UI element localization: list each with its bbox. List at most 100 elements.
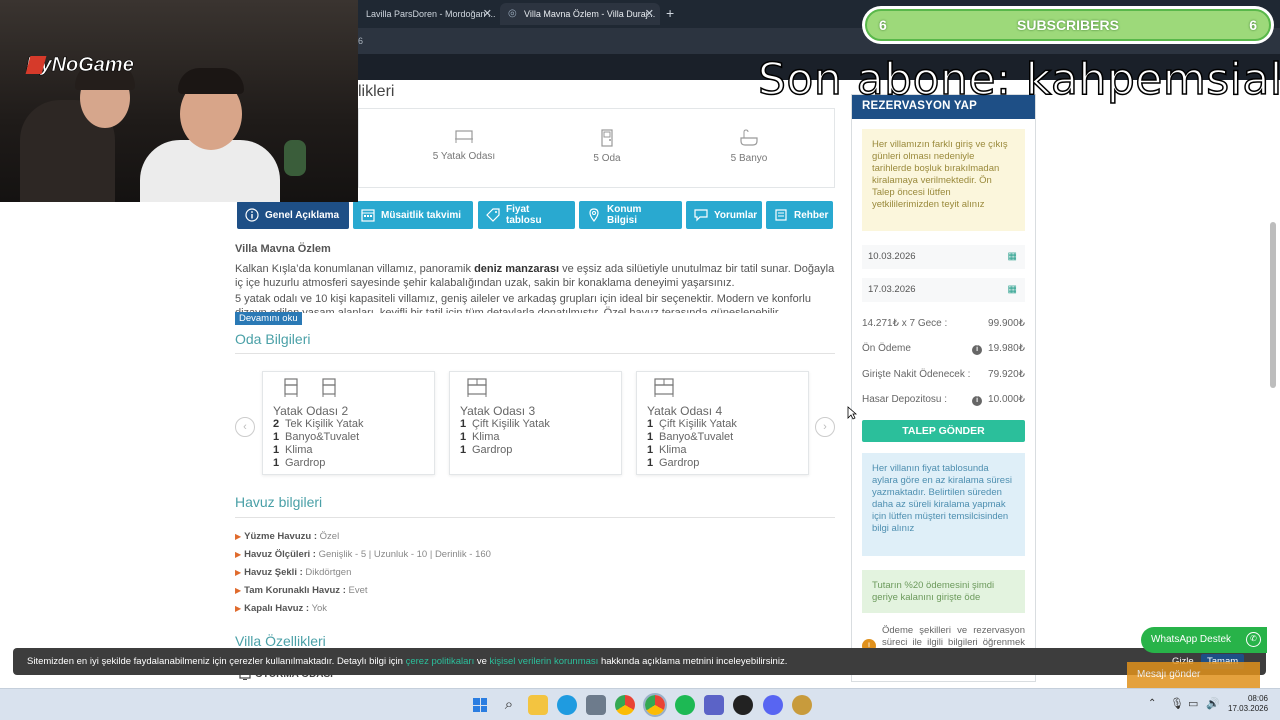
close-tab-icon[interactable]: ✕ [483,7,492,20]
new-tab-icon[interactable]: + [666,5,674,21]
room-detail-row: 1 Gardrop [460,444,611,457]
subscriber-label: SUBSCRIBERS [1017,17,1119,33]
room-detail-text: Gardrop [285,457,326,469]
info-icon[interactable]: i [972,345,983,355]
room-bed-icons [460,378,611,400]
room-detail-text: Banyo&Tuvalet [285,431,360,443]
microphone-tray-icon[interactable]: 🎙 [1170,697,1184,710]
pool-info-row: ▶ Yüzme Havuzu : Özel [235,528,835,546]
chevron-right-icon: › [823,421,827,433]
obs-icon[interactable] [733,695,753,715]
tab-availability-calendar[interactable]: Müsaitlik takvimi [353,201,473,229]
room-detail-row: 2 Tek Kişilik Yatak [273,418,424,431]
room-detail-row: 1 Klima [647,444,798,457]
tray-chevron-icon[interactable]: ⌃ [1148,698,1156,709]
room-detail-row: 1 Gardrop [647,457,798,470]
send-message-button[interactable]: Mesajı gönder [1127,662,1260,688]
taskbar-clock[interactable]: 08:06 17.03.2026 [1228,694,1268,714]
volume-icon[interactable]: 🔊 [1206,697,1220,710]
min-stay-note: Her villanın fiyat tablosunda aylara gör… [862,453,1025,556]
price-line-deposit: Hasar Depozitosu : i 10.000₺ [862,394,1025,406]
room-detail-text: Klima [659,444,687,456]
pool-info-value: Özel [319,531,340,542]
caret-right-icon: ▶ [235,604,242,613]
description-highlight: deniz manzarası [474,263,560,275]
room-detail-count: 1 [647,418,654,430]
caret-right-icon: ▶ [235,550,242,559]
store-icon[interactable] [586,695,606,715]
location-icon [589,208,599,222]
read-more-button[interactable]: Devamını oku [235,312,302,325]
villa-name: Villa Mavna Özlem [235,243,331,255]
calendar-icon: ▦ [1007,251,1017,262]
mouse-cursor-icon [847,406,857,420]
game-launcher-icon[interactable] [792,695,812,715]
calendar-icon: ▦ [1007,284,1017,295]
info-icon[interactable]: i [972,396,983,406]
description-paragraph-2-clip: 5 yatak odalı ve 10 kişi kapasiteli vill… [235,292,835,313]
price-line-prepayment: Ön Ödeme i 19.980₺ [862,343,1025,355]
cookie-text: ve [474,656,490,667]
description-paragraph-2: 5 yatak odalı ve 10 kişi kapasiteli vill… [235,293,811,313]
subscriber-goal-right: 6 [1249,17,1257,33]
tab-price-table[interactable]: Fiyat tablosu [478,201,575,229]
tab-label: Yorumlar [714,209,758,221]
pool-info-list: ▶ Yüzme Havuzu : Özel ▶ Havuz Ölçüleri : G… [235,528,835,618]
room-detail-text: Banyo&Tuvalet [659,431,734,443]
door-icon [601,129,613,147]
last-subscriber-text: Son abone: kahpemsialp [757,53,1280,106]
tab-general-description[interactable]: Genel Açıklama [237,201,349,229]
checkout-date-value: 17.03.2026 [868,284,916,295]
bath-icon [740,129,758,146]
room-detail-row: 1 Banyo&Tuvalet [647,431,798,444]
person-right-hair [178,68,244,94]
room-detail-count: 1 [273,444,280,456]
search-icon[interactable]: ⌕ [499,695,519,715]
room-detail-text: Klima [285,444,313,456]
subscriber-goal-bar: 6 SUBSCRIBERS 6 [862,6,1274,44]
chrome-icon[interactable] [615,695,635,715]
carousel-next-button[interactable]: › [815,417,835,437]
tab-location[interactable]: Konum Bilgisi [579,201,682,229]
room-detail-count: 1 [460,431,467,443]
caret-right-icon: ▶ [235,532,242,541]
checkin-date-field[interactable]: 10.03.2026 ▦ [862,245,1025,269]
send-request-button[interactable]: TALEP GÖNDER [862,420,1025,442]
pool-info-key: Havuz Ölçüleri : [244,549,316,560]
network-icon[interactable]: ▭ [1188,697,1198,710]
subscriber-goal-fill: 6 SUBSCRIBERS 6 [865,9,1271,41]
tab-reviews[interactable]: Yorumlar [686,201,762,229]
whatsapp-support-button[interactable]: WhatsApp Destek ✆ [1141,627,1267,653]
checkout-date-field[interactable]: 17.03.2026 ▦ [862,278,1025,302]
start-button-icon[interactable] [470,695,490,715]
page-scrollbar[interactable] [1270,222,1276,388]
feature-label: 5 Oda [593,153,621,164]
rooms-section-title: Oda Bilgileri [235,331,311,347]
price-value: 99.900₺ [988,318,1025,329]
feature-bedrooms: 5 Yatak Odası [419,129,509,162]
edge-browser-icon[interactable] [557,695,577,715]
cookie-policy-link[interactable]: çerez politikaları [406,656,475,667]
spotify-icon[interactable] [675,695,695,715]
caret-right-icon: ▶ [235,568,242,577]
room-detail-count: 1 [647,457,654,469]
close-tab-icon[interactable]: ✕ [645,7,654,20]
comment-icon [694,209,708,222]
room-detail-count: 2 [273,418,280,430]
room-name: Yatak Odası 4 [647,404,723,418]
room-detail-count: 1 [273,431,280,443]
chrome-active-icon[interactable] [643,693,667,717]
room-name: Yatak Odası 2 [273,404,349,418]
carousel-prev-button[interactable]: ‹ [235,417,255,437]
privacy-link[interactable]: kişisel verilerin korunması [490,656,599,667]
room-detail-count: 1 [460,418,467,430]
pool-info-value: Genişlik - 5 | Uzunluk - 10 | Derinlik -… [318,549,491,560]
app-icon[interactable] [704,695,724,715]
file-explorer-icon[interactable] [528,695,548,715]
browser-tab-lavilla[interactable]: Lavilla ParsDoren - Mordoğan ... ✕ [358,3,498,25]
discord-icon[interactable] [763,695,783,715]
tab-label: Rehber [794,209,829,221]
price-label: Ön Ödeme [862,343,911,354]
browser-tab-villa-mavna[interactable]: ◎ Villa Mavna Özlem - Villa Duraj... ✕ [500,3,660,25]
tab-guide[interactable]: Rehber [766,201,833,229]
